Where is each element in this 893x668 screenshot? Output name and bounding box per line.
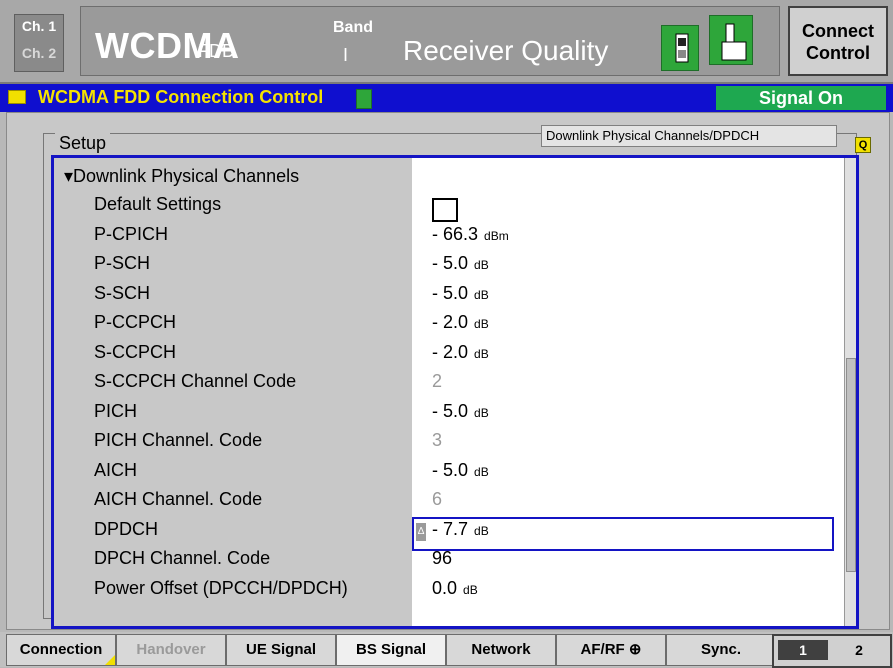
setting-label: PICH: [94, 400, 138, 421]
unit-text: dB: [474, 464, 489, 479]
setting-value[interactable]: - 2.0 dB: [432, 342, 489, 363]
setting-label: P-CCPCH: [94, 312, 177, 332]
unit-text: dB: [474, 287, 489, 302]
menu-icon[interactable]: [8, 90, 26, 104]
page-2-button[interactable]: 2: [834, 640, 884, 660]
edit-cursor-icon: ∆: [416, 522, 426, 541]
settings-labels: ▾Downlink Physical Channels Default Sett…: [54, 158, 412, 626]
app-title: Receiver Quality: [403, 35, 609, 66]
unit-text: dB: [474, 317, 489, 331]
unit-text: dB: [474, 346, 489, 361]
info-icon[interactable]: Q: [855, 137, 871, 153]
tab-corner-marker: [105, 655, 115, 665]
value-text: - 66.3: [432, 223, 479, 244]
value-text: - 2.0: [432, 341, 469, 362]
setting-label: AICH: [94, 459, 138, 480]
settings-values: - 66.3 dBm - 5.0 dB - 5.0 dB - 2.0 dB - 2.0 dB 2 - …: [412, 158, 846, 626]
setting-value[interactable]: - 5.0 dB: [432, 460, 489, 481]
title-bar-text: WCDMA FDD Connection Control: [38, 87, 324, 107]
unit-text: dBm: [484, 228, 509, 243]
mode-sub: FDD: [198, 41, 235, 61]
setting-label: S-SCH: [94, 282, 151, 303]
setting-label: S-CCPCH: [94, 341, 177, 362]
setting-value[interactable]: - 5.0 dB: [432, 253, 489, 274]
setting-value[interactable]: - 5.0 dB: [432, 283, 489, 304]
setting-label: AICH Channel. Code: [94, 489, 263, 509]
setting-value[interactable]: 0.0 dB: [432, 578, 478, 599]
setting-value[interactable]: - 7.7 dB: [432, 519, 489, 540]
setup-panel: Setup Downlink Physical Channels/DPDCH Q…: [6, 112, 890, 630]
channel-selector[interactable]: Ch. 1 Ch. 2: [14, 14, 64, 72]
value-text: 3: [432, 430, 443, 450]
value-text: - 2.0: [432, 312, 469, 332]
value-text: 96: [432, 548, 453, 568]
band-value: I: [343, 45, 349, 65]
hand-pointer-icon[interactable]: [709, 15, 753, 65]
mode-title-panel: WCDMA FDD Band I Receiver Quality: [80, 6, 780, 76]
channel-2-label[interactable]: Ch. 2: [15, 45, 63, 61]
scrollbar[interactable]: [844, 158, 856, 626]
band-label: Band: [333, 19, 373, 36]
setting-label: PICH Channel. Code: [94, 430, 263, 450]
phone-status-icon: [356, 89, 372, 109]
default-settings-checkbox[interactable]: [432, 198, 458, 222]
value-text: - 5.0: [432, 253, 469, 273]
group-header[interactable]: ▾Downlink Physical Channels: [64, 166, 299, 187]
tab-sync[interactable]: Sync.: [666, 634, 776, 666]
setting-value[interactable]: 3: [432, 430, 442, 451]
page-selector[interactable]: 12: [772, 634, 892, 668]
setting-label: DPCH Channel. Code: [94, 548, 271, 568]
unit-text: dB: [463, 582, 478, 597]
setting-value[interactable]: 2: [432, 371, 442, 392]
tab-af-rf[interactable]: AF/RF ⊕: [556, 634, 666, 666]
page-1-button[interactable]: 1: [778, 640, 828, 660]
tab-ue-signal[interactable]: UE Signal: [226, 634, 336, 666]
unit-text: dB: [474, 523, 489, 538]
setting-label: S-CCPCH Channel Code: [94, 371, 297, 391]
setting-label: Power Offset (DPCCH/DPDCH): [94, 577, 348, 598]
value-text: - 5.0: [432, 400, 469, 421]
phone-icon[interactable]: [661, 25, 699, 71]
instrument-header: Ch. 1 Ch. 2 WCDMA FDD Band I Receiver Qu…: [0, 0, 893, 84]
value-text: 6: [432, 489, 443, 509]
setting-value[interactable]: - 2.0 dB: [432, 312, 489, 333]
value-text: 2: [432, 371, 443, 391]
setting-label: DPDCH: [94, 518, 159, 539]
setting-label: P-CPICH: [94, 223, 169, 244]
value-text: 0.0: [432, 577, 458, 598]
signal-status-badge: Signal On: [716, 86, 886, 110]
value-text: - 7.7: [432, 518, 469, 539]
unit-text: dB: [474, 405, 489, 420]
channel-1-label[interactable]: Ch. 1: [15, 18, 63, 34]
setting-value[interactable]: - 5.0 dB: [432, 401, 489, 422]
setting-label: P-SCH: [94, 253, 151, 273]
value-text: - 5.0: [432, 459, 469, 480]
scrollbar-thumb[interactable]: [846, 358, 856, 572]
title-bar: WCDMA FDD Connection Control Signal On: [0, 84, 893, 112]
connect-control-button[interactable]: Connect Control: [788, 6, 888, 76]
setting-value[interactable]: - 66.3 dBm: [432, 224, 509, 245]
setup-label: Setup: [55, 133, 111, 154]
bottom-tabs: Connection Handover UE Signal BS Signal Netw…: [0, 632, 893, 668]
tab-bs-signal[interactable]: BS Signal: [336, 634, 446, 666]
value-text: - 5.0: [432, 282, 469, 303]
setting-value[interactable]: 96: [432, 548, 452, 569]
unit-text: dB: [474, 258, 489, 272]
breadcrumb: Downlink Physical Channels/DPDCH: [541, 125, 837, 147]
setting-value[interactable]: 6: [432, 489, 442, 510]
tab-connection[interactable]: Connection: [6, 634, 116, 666]
setting-label: Default Settings: [94, 194, 222, 214]
tab-network[interactable]: Network: [446, 634, 556, 666]
settings-table: ▾Downlink Physical Channels Default Sett…: [51, 155, 859, 629]
tab-handover: Handover: [116, 634, 226, 666]
